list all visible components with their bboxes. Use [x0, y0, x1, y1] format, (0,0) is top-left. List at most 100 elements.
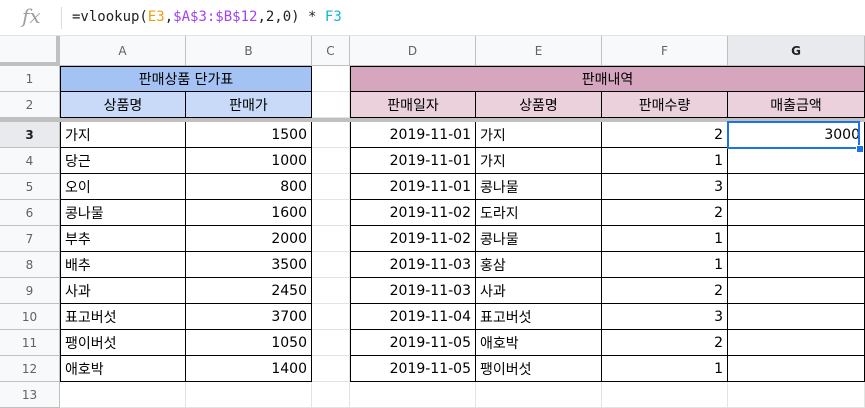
grid-cell[interactable] [312, 226, 350, 252]
sales-header-1[interactable]: 상품명 [476, 92, 602, 118]
price-cell[interactable]: 표고버섯 [60, 304, 186, 330]
sales-cell[interactable] [728, 330, 865, 356]
row-header-11[interactable]: 11 [0, 330, 60, 356]
grid-cell[interactable] [312, 148, 350, 174]
column-header-D[interactable]: D [350, 36, 476, 66]
sales-cell[interactable]: 팽이버섯 [476, 356, 602, 382]
sales-cell[interactable]: 표고버섯 [476, 304, 602, 330]
price-cell[interactable]: 배추 [60, 252, 186, 278]
sales-cell[interactable]: 3 [602, 174, 728, 200]
sales-cell[interactable]: 1 [602, 148, 728, 174]
sales-cell[interactable]: 1 [602, 252, 728, 278]
row-header-13[interactable]: 13 [0, 382, 60, 408]
grid-cell[interactable] [602, 382, 728, 408]
sales-cell[interactable]: 2019-11-05 [350, 356, 476, 382]
price-cell[interactable]: 1050 [186, 330, 312, 356]
price-cell[interactable]: 1000 [186, 148, 312, 174]
sales-cell[interactable]: 콩나물 [476, 174, 602, 200]
price-cell[interactable]: 사과 [60, 278, 186, 304]
row-header-4[interactable]: 4 [0, 148, 60, 174]
row-header-3[interactable]: 3 [0, 122, 60, 148]
row-header-9[interactable]: 9 [0, 278, 60, 304]
row-header-10[interactable]: 10 [0, 304, 60, 330]
price-cell[interactable]: 3500 [186, 252, 312, 278]
price-cell[interactable]: 1400 [186, 356, 312, 382]
sales-cell[interactable] [728, 356, 865, 382]
grid-cell[interactable] [728, 382, 865, 408]
formula-input[interactable]: =vlookup(E3,$A$3:$B$12,2,0) * F3 [72, 9, 342, 25]
sales-cell[interactable] [728, 278, 865, 304]
sales-cell[interactable]: 1 [602, 356, 728, 382]
sales-cell[interactable]: 애호박 [476, 330, 602, 356]
sales-cell[interactable]: 2019-11-02 [350, 226, 476, 252]
sales-cell[interactable] [728, 226, 865, 252]
price-table-title[interactable]: 판매상품 단가표 [60, 66, 312, 92]
grid-cell[interactable] [312, 174, 350, 200]
sales-cell[interactable]: 콩나물 [476, 226, 602, 252]
grid-cell[interactable] [60, 382, 186, 408]
sales-cell[interactable]: 2019-11-03 [350, 278, 476, 304]
column-header-E[interactable]: E [476, 36, 602, 66]
select-all-corner[interactable] [0, 36, 60, 66]
sales-cell[interactable] [728, 252, 865, 278]
sales-cell[interactable]: 2019-11-03 [350, 252, 476, 278]
price-cell[interactable]: 당근 [60, 148, 186, 174]
grid-cell[interactable] [312, 122, 350, 148]
row-header-12[interactable]: 12 [0, 356, 60, 382]
sales-cell[interactable]: 2 [602, 200, 728, 226]
price-cell[interactable]: 1500 [186, 122, 312, 148]
sales-cell[interactable]: 가지 [476, 122, 602, 148]
sales-header-3[interactable]: 매출금액 [728, 92, 865, 118]
sales-cell[interactable]: 2019-11-05 [350, 330, 476, 356]
grid-cell[interactable] [350, 382, 476, 408]
fill-handle[interactable] [856, 145, 864, 153]
row-header-5[interactable]: 5 [0, 174, 60, 200]
row-header-2[interactable]: 2 [0, 92, 60, 118]
sales-cell[interactable]: 2 [602, 278, 728, 304]
sales-cell[interactable]: 2019-11-01 [350, 148, 476, 174]
sales-cell[interactable] [728, 148, 865, 174]
sales-cell[interactable]: 3 [602, 304, 728, 330]
column-header-G[interactable]: G [728, 36, 865, 66]
price-cell[interactable]: 800 [186, 174, 312, 200]
grid-cell[interactable] [312, 304, 350, 330]
price-header-1[interactable]: 판매가 [186, 92, 312, 118]
grid-cell[interactable] [312, 252, 350, 278]
grid-cell[interactable] [312, 278, 350, 304]
sales-cell[interactable] [728, 200, 865, 226]
grid-cell[interactable] [312, 66, 350, 92]
sales-cell[interactable] [728, 174, 865, 200]
price-header-0[interactable]: 상품명 [60, 92, 186, 118]
row-header-6[interactable]: 6 [0, 200, 60, 226]
column-header-B[interactable]: B [186, 36, 312, 66]
sales-cell[interactable] [728, 304, 865, 330]
sales-cell[interactable]: 도라지 [476, 200, 602, 226]
sales-cell[interactable]: 사과 [476, 278, 602, 304]
price-cell[interactable]: 1600 [186, 200, 312, 226]
row-header-1[interactable]: 1 [0, 66, 60, 92]
grid-cell[interactable] [312, 92, 350, 118]
price-cell[interactable]: 2450 [186, 278, 312, 304]
sales-cell[interactable]: 2 [602, 330, 728, 356]
grid-cell[interactable] [312, 330, 350, 356]
price-cell[interactable]: 팽이버섯 [60, 330, 186, 356]
sales-table-title[interactable]: 판매내역 [350, 66, 865, 92]
grid-cell[interactable] [476, 382, 602, 408]
sales-cell[interactable]: 3000 [728, 122, 865, 148]
price-cell[interactable]: 3700 [186, 304, 312, 330]
sales-header-2[interactable]: 판매수량 [602, 92, 728, 118]
grid-cell[interactable] [312, 356, 350, 382]
price-cell[interactable]: 콩나물 [60, 200, 186, 226]
sales-cell[interactable]: 홍삼 [476, 252, 602, 278]
price-cell[interactable]: 가지 [60, 122, 186, 148]
grid-cell[interactable] [186, 382, 312, 408]
sales-cell[interactable]: 2019-11-04 [350, 304, 476, 330]
sales-cell[interactable]: 2019-11-02 [350, 200, 476, 226]
grid-cell[interactable] [312, 200, 350, 226]
column-header-F[interactable]: F [602, 36, 728, 66]
sales-cell[interactable]: 2019-11-01 [350, 122, 476, 148]
price-cell[interactable]: 2000 [186, 226, 312, 252]
price-cell[interactable]: 부추 [60, 226, 186, 252]
column-header-A[interactable]: A [60, 36, 186, 66]
sales-cell[interactable]: 1 [602, 226, 728, 252]
